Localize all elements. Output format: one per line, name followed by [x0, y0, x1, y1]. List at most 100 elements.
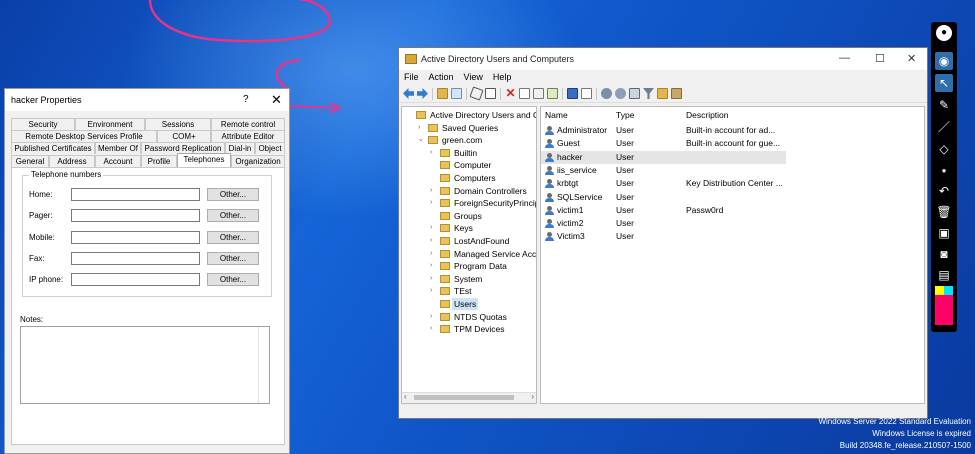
window-close-button[interactable]: ✕	[907, 52, 916, 65]
new-ou-icon[interactable]	[629, 88, 640, 99]
tab-address[interactable]: Address	[49, 155, 95, 167]
expander-icon[interactable]: ›	[430, 260, 438, 272]
tab-general[interactable]: General	[11, 155, 49, 167]
color-swatch-cyan[interactable]	[944, 286, 953, 295]
trash-icon[interactable]: 🗑	[935, 203, 953, 221]
up-folder-icon[interactable]	[437, 88, 448, 99]
expander-icon[interactable]: ›	[430, 311, 438, 323]
tab-organization[interactable]: Organization	[231, 155, 285, 167]
table-row[interactable]: Administrator User Built-in account for ad…	[541, 124, 786, 137]
tab-object[interactable]: Object	[255, 142, 285, 154]
export-list-icon[interactable]	[547, 88, 558, 99]
properties-icon[interactable]	[519, 88, 530, 99]
close-button[interactable]: ✕	[271, 92, 282, 108]
new-group-icon[interactable]	[615, 88, 626, 99]
column-name[interactable]: Name	[545, 110, 568, 120]
eraser-icon[interactable]: ◇	[935, 140, 953, 158]
menu-view[interactable]: View	[459, 70, 488, 84]
help-button[interactable]: ?	[243, 94, 249, 105]
tab-environment[interactable]: Environment	[75, 118, 145, 130]
tab-profile[interactable]: Profile	[141, 155, 177, 167]
table-row[interactable]: Victim3 User	[541, 230, 786, 243]
expander-icon[interactable]: ›	[430, 323, 438, 335]
find-icon[interactable]	[657, 88, 668, 99]
table-row[interactable]: victim1 User Passw0rd	[541, 204, 786, 217]
cut-icon[interactable]	[469, 86, 484, 101]
tab-published-certificates[interactable]: Published Certificates	[11, 142, 95, 154]
color-swatch-magenta[interactable]	[935, 295, 953, 325]
expander-icon[interactable]: ›	[418, 122, 426, 134]
mobile-input[interactable]	[71, 231, 200, 244]
spotlight-icon[interactable]: ▣	[935, 224, 953, 242]
tab-member-of[interactable]: Member Of	[95, 142, 141, 154]
mobile-other-button[interactable]: Other...	[207, 231, 259, 244]
table-row[interactable]: krbtgt User Key Distribution Center ...	[541, 177, 786, 190]
tab-com-plus[interactable]: COM+	[157, 130, 211, 142]
notes-textarea[interactable]	[20, 326, 270, 404]
column-description[interactable]: Description	[686, 110, 729, 120]
table-row[interactable]: Guest User Built-in account for gue...	[541, 137, 786, 150]
cursor-icon[interactable]: ↖	[935, 74, 953, 92]
table-row[interactable]: victim2 User	[541, 217, 786, 230]
new-user-icon[interactable]	[601, 88, 612, 99]
copy-icon[interactable]	[485, 88, 496, 99]
notes-scrollbar[interactable]	[258, 327, 269, 403]
home-phone-input[interactable]	[71, 188, 200, 201]
back-arrow-icon[interactable]	[403, 88, 414, 99]
maximize-button[interactable]: ☐	[875, 52, 885, 65]
expander-icon[interactable]: ›	[430, 235, 438, 247]
expander-icon[interactable]: ›	[430, 273, 438, 285]
fax-other-button[interactable]: Other...	[207, 252, 259, 265]
scroll-left-button[interactable]: ‹	[404, 392, 407, 401]
pager-other-button[interactable]: Other...	[207, 209, 259, 222]
tab-remote-desktop-profile[interactable]: Remote Desktop Services Profile	[11, 130, 157, 142]
minimize-button[interactable]: —	[839, 52, 850, 64]
menu-action[interactable]: Action	[424, 70, 459, 84]
add-to-group-icon[interactable]	[671, 88, 682, 99]
tab-account[interactable]: Account	[95, 155, 141, 167]
clipboard-icon[interactable]: ▤	[935, 266, 953, 284]
refresh-icon[interactable]	[533, 88, 544, 99]
pager-input[interactable]	[71, 209, 200, 222]
help-icon[interactable]	[567, 88, 578, 99]
scroll-right-button[interactable]: ›	[531, 392, 534, 401]
filter-icon[interactable]	[643, 88, 654, 99]
expander-icon[interactable]: ›	[430, 147, 438, 159]
forward-arrow-icon[interactable]	[417, 88, 428, 99]
expander-icon[interactable]: ⌄	[418, 134, 426, 146]
delete-icon[interactable]: ✕	[505, 87, 516, 99]
expander-icon[interactable]: ›	[430, 197, 438, 209]
tab-sessions[interactable]: Sessions	[145, 118, 211, 130]
eye-icon[interactable]: ◉	[935, 52, 953, 70]
expander-icon[interactable]: ›	[430, 248, 438, 260]
menu-file[interactable]: File	[399, 70, 424, 84]
undo-icon[interactable]: ↶	[935, 182, 953, 200]
tab-row-3: Published Certificates Member Of Passwor…	[11, 142, 285, 154]
table-row[interactable]: SQLService User	[541, 191, 786, 204]
tab-telephones[interactable]: Telephones	[177, 153, 231, 167]
watermark-edition: Windows Server 2022 Standard Evaluation	[818, 417, 971, 426]
ip-phone-input[interactable]	[71, 273, 200, 286]
table-row[interactable]: iis_service User	[541, 164, 786, 177]
column-type[interactable]: Type	[616, 110, 634, 120]
tab-remote-control[interactable]: Remote control	[211, 118, 285, 130]
tree-horizontal-scrollbar[interactable]: ‹ ›	[402, 392, 536, 403]
show-action-pane-icon[interactable]	[581, 88, 592, 99]
highlighter-icon[interactable]: ✎	[935, 96, 953, 114]
home-other-button[interactable]: Other...	[207, 188, 259, 201]
show-console-tree-icon[interactable]	[451, 88, 462, 99]
pen-icon[interactable]: ／	[935, 118, 953, 136]
camera-icon[interactable]: ◙	[935, 245, 953, 263]
table-row[interactable]: hacker User	[541, 150, 786, 164]
color-swatch-yellow[interactable]	[935, 286, 944, 295]
scroll-thumb[interactable]	[414, 395, 514, 400]
fax-input[interactable]	[71, 252, 200, 265]
dot-size-icon[interactable]: ●	[935, 162, 953, 180]
tab-security[interactable]: Security	[11, 118, 75, 130]
menu-help[interactable]: Help	[488, 70, 517, 84]
expander-icon[interactable]: ›	[430, 285, 438, 297]
expander-icon[interactable]: ›	[430, 185, 438, 197]
tab-attribute-editor[interactable]: Attribute Editor	[211, 130, 285, 142]
ip-phone-other-button[interactable]: Other...	[207, 273, 259, 286]
expander-icon[interactable]: ›	[430, 222, 438, 234]
